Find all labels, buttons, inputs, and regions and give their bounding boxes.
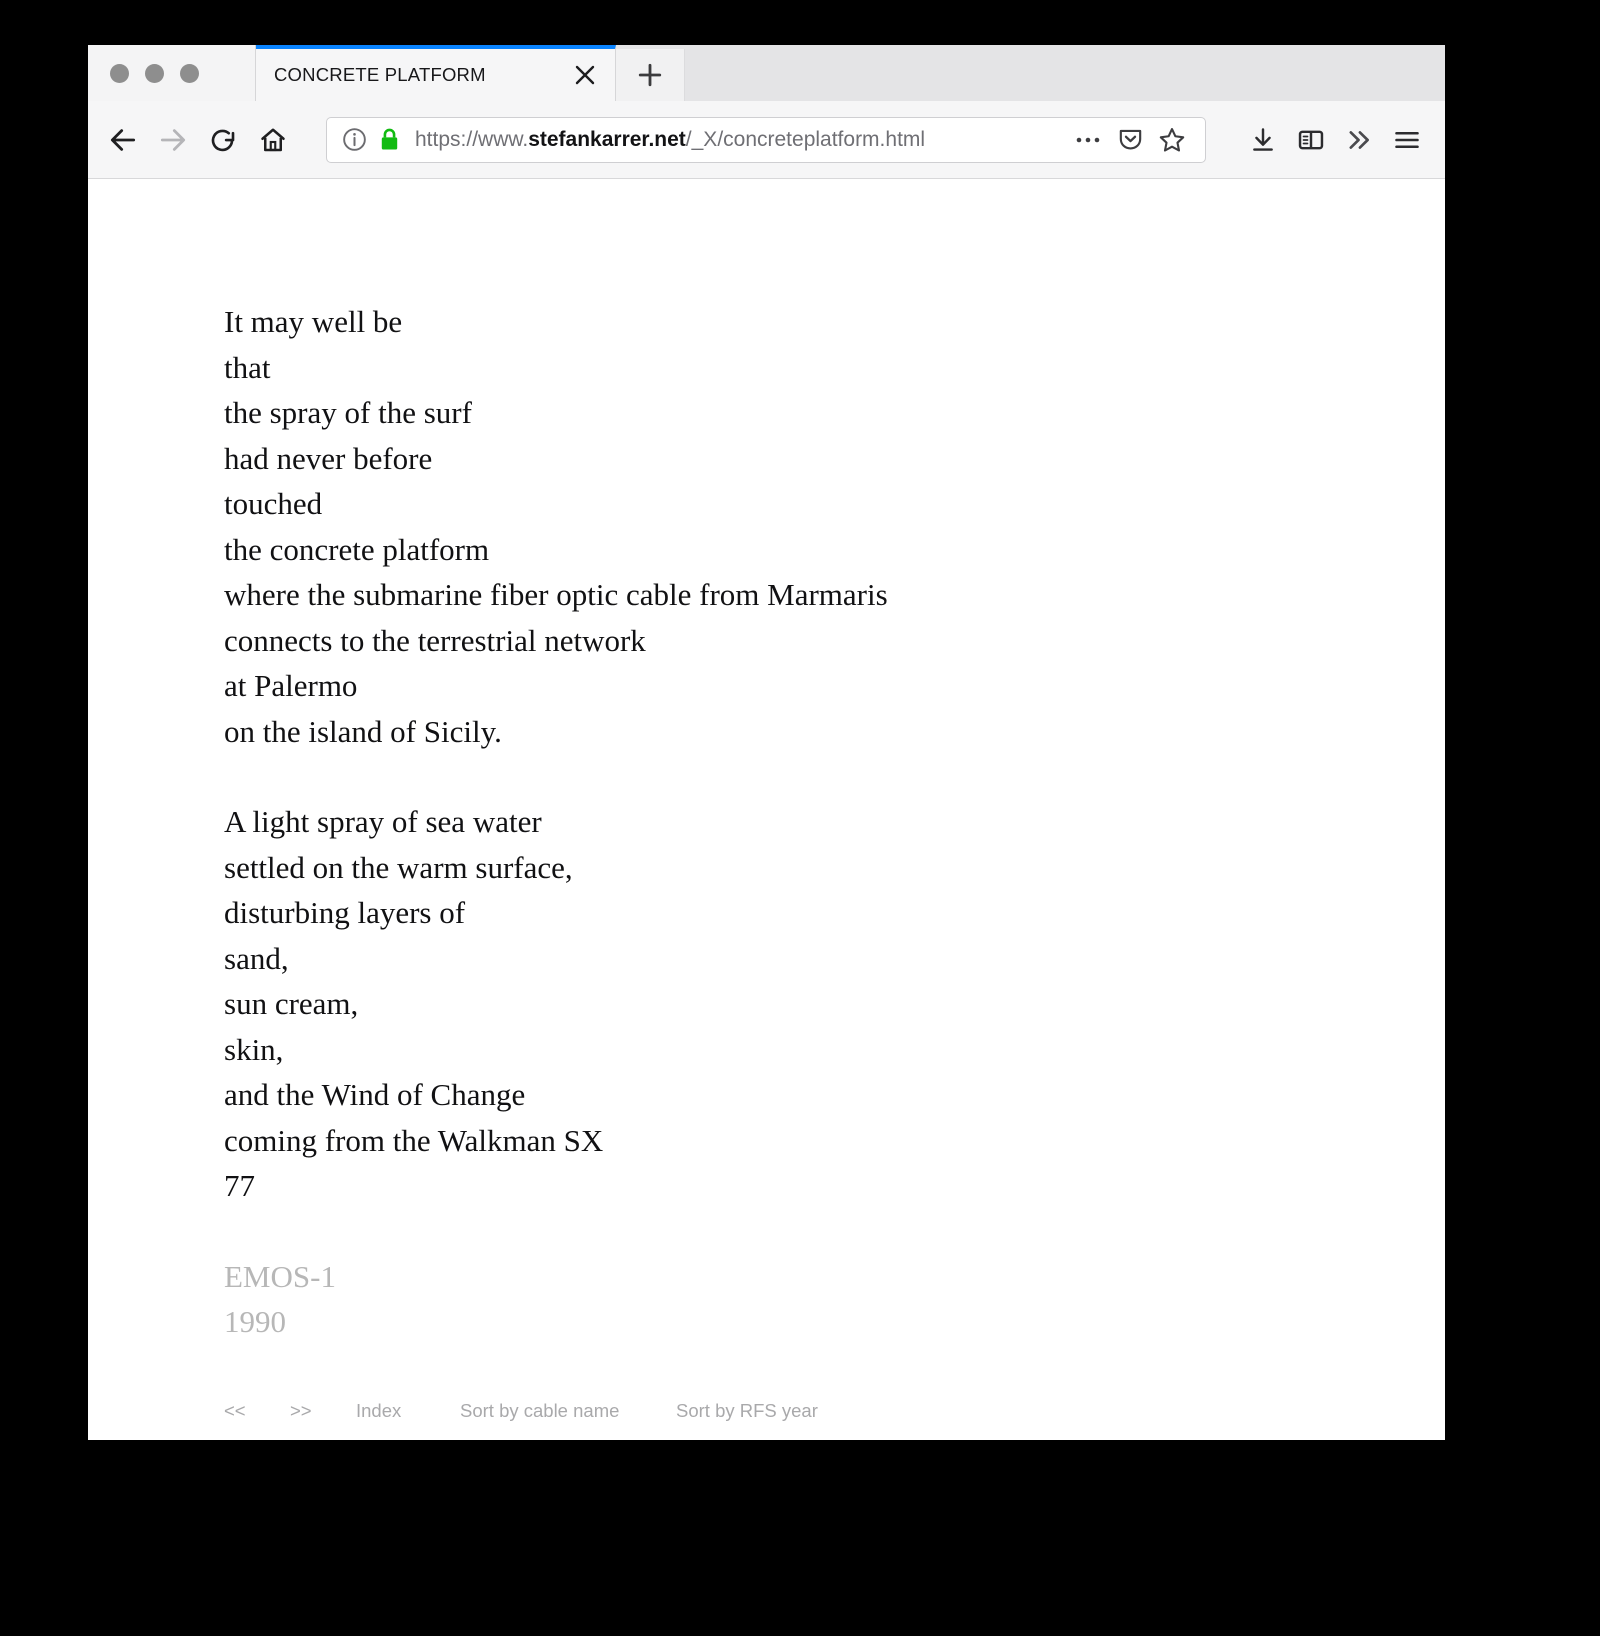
tab-concrete-platform[interactable]: CONCRETE PLATFORM <box>256 45 616 101</box>
url-text: https://www.stefankarrer.net/_X/concrete… <box>415 128 1067 152</box>
poem-line: 77 <box>224 1168 255 1203</box>
site-navigation: << >> Index Sort by cable name Sort by R… <box>224 1400 1445 1422</box>
url-domain: stefankarrer.net <box>528 127 686 151</box>
tab-title: CONCRETE PLATFORM <box>274 64 486 85</box>
poem-line: sand, <box>224 940 289 976</box>
toolbar-right-actions <box>1239 115 1431 165</box>
browser-window: CONCRETE PLATFORM https://www.stefankarr… <box>88 45 1445 1440</box>
padlock-icon[interactable] <box>378 127 401 152</box>
cable-metadata: EMOS-1 1990 <box>224 1254 1445 1344</box>
ellipsis-icon[interactable] <box>1067 119 1109 161</box>
poem: It may well be that the spray of the sur… <box>224 299 1445 1209</box>
poem-line: where the submarine fiber optic cable fr… <box>224 577 888 612</box>
tab-strip: CONCRETE PLATFORM <box>88 45 1445 101</box>
poem-line: A light spray of sea water <box>224 804 542 839</box>
url-prefix: https://www. <box>415 127 529 151</box>
poem-line: on the island of Sicily. <box>224 713 502 749</box>
star-icon[interactable] <box>1151 119 1193 161</box>
poem-line: that <box>224 349 271 385</box>
poem-stanza: It may well be that the spray of the sur… <box>224 299 1445 754</box>
poem-line: the concrete platform <box>224 531 490 567</box>
poem-line: sun cream, <box>224 986 359 1021</box>
library-sidebar-icon[interactable] <box>1287 115 1335 165</box>
cable-rfs-year: 1990 <box>224 1303 286 1339</box>
poem-line: coming from the Walkman SX <box>224 1122 604 1158</box>
back-arrow-icon[interactable] <box>98 115 148 165</box>
nav-index-link[interactable]: Index <box>356 1400 460 1422</box>
pocket-shield-icon[interactable] <box>1109 119 1151 161</box>
poem-line: skin, <box>224 1031 284 1067</box>
nav-previous-link[interactable]: << <box>224 1400 290 1422</box>
nav-sort-by-rfs-year-link[interactable]: Sort by RFS year <box>676 1400 818 1422</box>
info-circle-icon[interactable] <box>341 126 368 153</box>
tab-strip-empty-area <box>685 45 1445 101</box>
cable-name: EMOS-1 <box>224 1258 336 1294</box>
poem-line: the spray of the surf <box>224 395 472 430</box>
download-arrow-icon[interactable] <box>1239 115 1287 165</box>
close-window-button[interactable] <box>110 63 129 83</box>
poem-stanza: A light spray of sea water settled on th… <box>224 799 1445 1209</box>
navigation-toolbar: https://www.stefankarrer.net/_X/concrete… <box>88 101 1445 179</box>
minimize-window-button[interactable] <box>145 63 164 83</box>
plus-icon[interactable] <box>616 49 685 101</box>
poem-line: connects to the terrestrial network <box>224 622 646 658</box>
double-chevron-right-icon[interactable] <box>1335 115 1383 165</box>
reload-icon[interactable] <box>198 115 248 165</box>
window-controls <box>88 45 256 101</box>
close-icon[interactable] <box>563 53 607 97</box>
url-bar[interactable]: https://www.stefankarrer.net/_X/concrete… <box>326 116 1206 163</box>
poem-line: had never before <box>224 440 433 476</box>
poem-line: disturbing layers of <box>224 895 466 930</box>
url-path: /_X/concreteplatform.html <box>685 127 926 151</box>
page-content: It may well be that the spray of the sur… <box>88 179 1445 1440</box>
poem-line: touched <box>224 486 323 521</box>
zoom-window-button[interactable] <box>180 63 199 83</box>
nav-next-link[interactable]: >> <box>290 1400 356 1422</box>
nav-sort-by-cable-name-link[interactable]: Sort by cable name <box>460 1400 676 1422</box>
poem-line: It may well be <box>224 304 403 339</box>
hamburger-menu-icon[interactable] <box>1383 115 1431 165</box>
poem-line: at Palermo <box>224 668 358 703</box>
poem-line: and the Wind of Change <box>224 1077 526 1112</box>
poem-line: settled on the warm surface, <box>224 849 573 885</box>
forward-arrow-icon <box>148 115 198 165</box>
home-icon[interactable] <box>248 115 298 165</box>
